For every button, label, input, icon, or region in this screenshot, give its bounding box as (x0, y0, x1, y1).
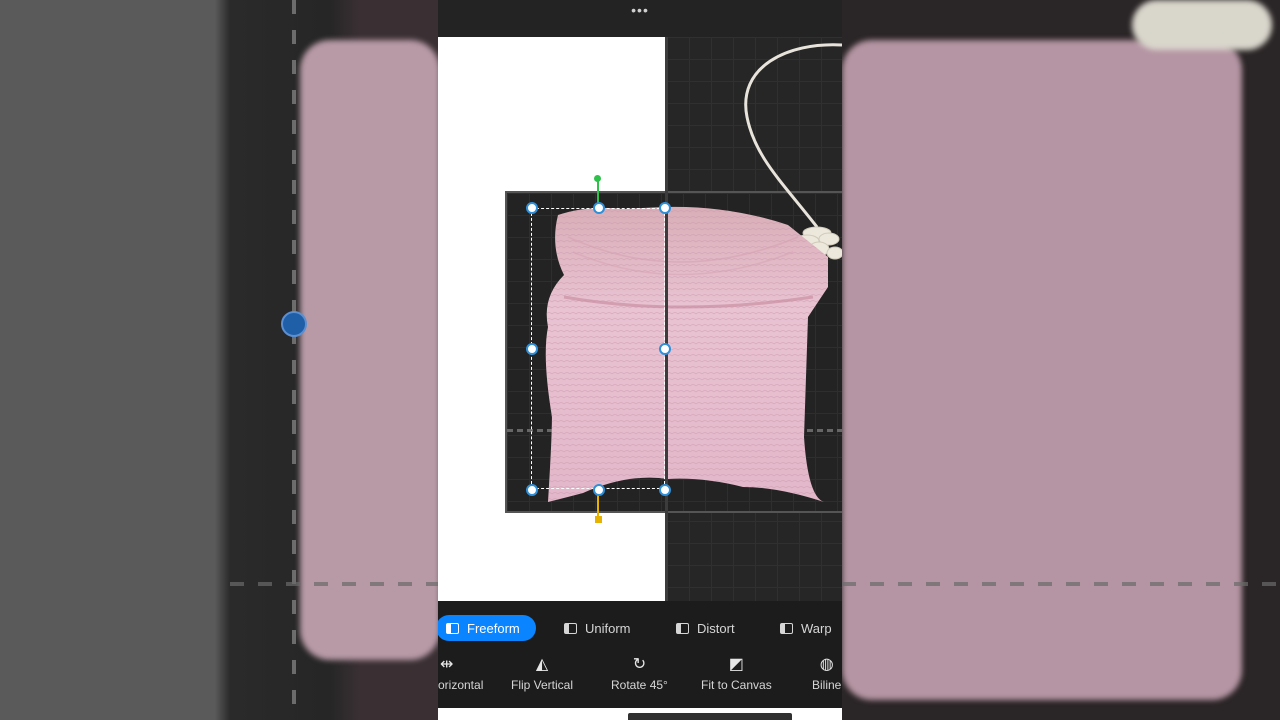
tab-label: Distort (697, 620, 735, 636)
blurred-fabric-left (300, 40, 438, 660)
resize-handle-top[interactable] (593, 202, 605, 214)
flip-horizontal-icon: ⇹ (440, 656, 454, 673)
blurred-background-right (842, 0, 1280, 720)
blurred-fabric-right (842, 40, 1242, 700)
tab-label: Warp (801, 620, 832, 636)
tab-warp[interactable]: Warp (780, 615, 832, 641)
uniform-icon (564, 622, 577, 634)
transform-tool-row: ⇹ orizontal ◭ Flip Vertical ↻ Rotate 45°… (438, 652, 842, 706)
rotate-icon: ↻ (632, 656, 647, 673)
split-divider (665, 37, 668, 601)
tool-label: Rotate 45° (611, 678, 668, 692)
resize-handle-left[interactable] (526, 343, 538, 355)
blurred-midline-left (230, 582, 438, 586)
blurred-handle-icon (281, 311, 307, 337)
tab-uniform[interactable]: Uniform (564, 615, 631, 641)
resize-handle-bottom[interactable] (593, 484, 605, 496)
procreate-transform-view: ••• Freeform Uniform Distort Warp ⇹ oriz… (438, 0, 842, 720)
flip-vertical-button[interactable]: ◭ Flip Vertical (511, 652, 573, 692)
resize-handle-bottom-left[interactable] (526, 484, 538, 496)
tab-label: Uniform (585, 620, 631, 636)
tool-label: Flip Vertical (511, 678, 574, 692)
blurred-flower-right (1132, 0, 1272, 50)
tab-freeform[interactable]: Freeform (438, 615, 536, 641)
resize-handle-top-left[interactable] (526, 202, 538, 214)
transform-selection-box[interactable] (531, 208, 665, 489)
anchor-handle[interactable] (595, 516, 602, 523)
tab-label: Freeform (467, 620, 520, 636)
warp-icon (780, 622, 793, 634)
resize-handle-bottom-right[interactable] (659, 484, 671, 496)
tool-label: Fit to Canvas (701, 678, 772, 692)
blurred-guide-line (292, 0, 296, 720)
rotate-45-button[interactable]: ↻ Rotate 45° (611, 652, 668, 692)
blurred-background-left (0, 0, 438, 720)
resize-handle-top-right[interactable] (659, 202, 671, 214)
tab-distort[interactable]: Distort (676, 615, 735, 641)
flip-horizontal-button[interactable]: ⇹ orizontal (438, 652, 483, 692)
tool-label: orizontal (438, 678, 484, 692)
transform-mode-bar: Freeform Uniform Distort Warp (438, 610, 842, 648)
bottom-panel-grabber[interactable] (628, 713, 792, 720)
bilinear-button[interactable]: ◍ Biline (812, 652, 841, 692)
fit-to-canvas-button[interactable]: ◩ Fit to Canvas (701, 652, 772, 692)
top-bar: ••• (438, 0, 842, 37)
freeform-icon (446, 622, 459, 634)
canvas[interactable] (438, 37, 842, 601)
distort-icon (676, 622, 689, 634)
resize-handle-right[interactable] (659, 343, 671, 355)
more-options-icon[interactable]: ••• (629, 2, 651, 18)
fit-to-canvas-icon: ◩ (728, 656, 744, 673)
bilinear-icon: ◍ (819, 656, 834, 673)
flip-vertical-icon: ◭ (535, 656, 549, 673)
tool-label: Biline (812, 678, 842, 692)
blurred-midline-right (842, 582, 1280, 586)
rotation-handle[interactable] (594, 175, 601, 182)
